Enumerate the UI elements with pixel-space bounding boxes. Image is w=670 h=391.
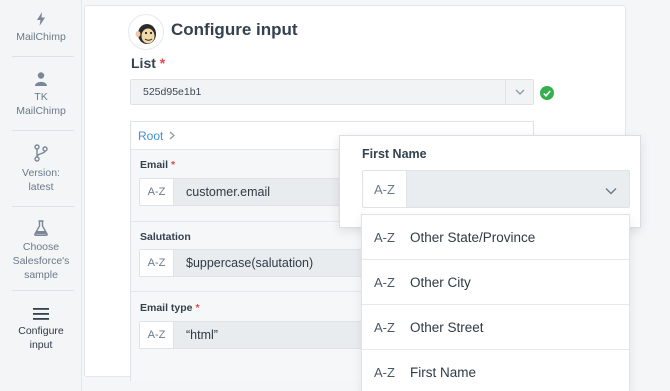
- field-value: customer.email: [186, 185, 271, 199]
- sidebar-item-label: Version: latest: [22, 167, 60, 193]
- list-item[interactable]: A-Z Other City: [362, 260, 629, 305]
- type-badge: A-Z: [374, 319, 395, 335]
- option-label: Other City: [410, 274, 471, 290]
- list-select[interactable]: 525d95e1b1: [130, 79, 534, 105]
- field-options-list: A-Z Other State/Province A-Z Other City …: [361, 214, 630, 391]
- field-label-text: Email type: [140, 302, 193, 314]
- user-icon: [35, 72, 47, 90]
- breadcrumb: Root: [138, 129, 176, 143]
- sidebar-item-sample[interactable]: Choose Salesforce's sample: [0, 220, 82, 282]
- field-value: $uppercase(salutation): [186, 256, 314, 270]
- field-label: Email type *: [140, 302, 200, 314]
- list-item[interactable]: A-Z Other Street: [362, 305, 629, 350]
- option-label: Other Street: [410, 319, 484, 335]
- divider: [12, 206, 74, 207]
- field-label-text: Email: [140, 159, 169, 171]
- popover-label: First Name: [362, 147, 427, 161]
- field-label-text: Salutation: [140, 231, 191, 243]
- field-label: Email *: [140, 159, 175, 171]
- sidebar-item-configure-input[interactable]: Configure input: [0, 308, 82, 352]
- type-badge[interactable]: A-Z: [140, 322, 174, 348]
- branch-icon: [34, 144, 48, 166]
- first-name-field[interactable]: A-Z: [362, 170, 630, 208]
- menu-icon: [33, 308, 49, 324]
- list-item[interactable]: A-Z Other State/Province: [362, 215, 629, 260]
- required-mark: *: [170, 159, 176, 171]
- field-value: “html”: [186, 328, 218, 342]
- chevron-down-icon[interactable]: [605, 182, 617, 200]
- sidebar-item-mailchimp[interactable]: MailChimp: [0, 12, 82, 44]
- bolt-icon: [36, 12, 46, 30]
- check-icon: [540, 86, 554, 100]
- type-badge: A-Z: [374, 229, 395, 245]
- sidebar-item-label: TK MailChimp: [16, 91, 66, 117]
- list-select-value: 525d95e1b1: [143, 86, 202, 98]
- type-badge[interactable]: A-Z: [140, 250, 174, 276]
- sidebar-item-account[interactable]: TK MailChimp: [0, 72, 82, 118]
- sidebar-item-version[interactable]: Version: latest: [0, 144, 82, 194]
- chevron-down-icon[interactable]: [505, 80, 533, 104]
- list-field-label: List *: [131, 55, 165, 71]
- option-label: Other State/Province: [410, 229, 536, 245]
- breadcrumb-root-link[interactable]: Root: [138, 129, 163, 143]
- type-badge: A-Z: [374, 274, 395, 290]
- divider: [12, 56, 74, 57]
- field-label: Salutation: [140, 231, 191, 243]
- list-label-text: List: [131, 55, 156, 71]
- page-title: Configure input: [171, 20, 298, 39]
- sidebar-item-label: Configure input: [18, 325, 64, 351]
- divider: [12, 290, 74, 291]
- sidebar-item-label: Choose Salesforce's sample: [12, 241, 70, 281]
- option-label: First Name: [410, 364, 477, 380]
- required-mark: *: [195, 302, 200, 314]
- required-mark: *: [159, 55, 166, 71]
- sidebar: MailChimp TK MailChimp Version: latest C…: [0, 0, 82, 391]
- flask-icon: [34, 220, 48, 240]
- divider: [12, 130, 74, 131]
- type-badge[interactable]: A-Z: [140, 179, 174, 205]
- type-badge[interactable]: A-Z: [363, 171, 407, 207]
- chevron-right-icon: [169, 129, 176, 143]
- mailchimp-logo-icon: [128, 14, 164, 50]
- list-item[interactable]: A-Z First Name: [362, 350, 629, 391]
- type-badge: A-Z: [374, 364, 395, 380]
- sidebar-item-label: MailChimp: [16, 31, 66, 43]
